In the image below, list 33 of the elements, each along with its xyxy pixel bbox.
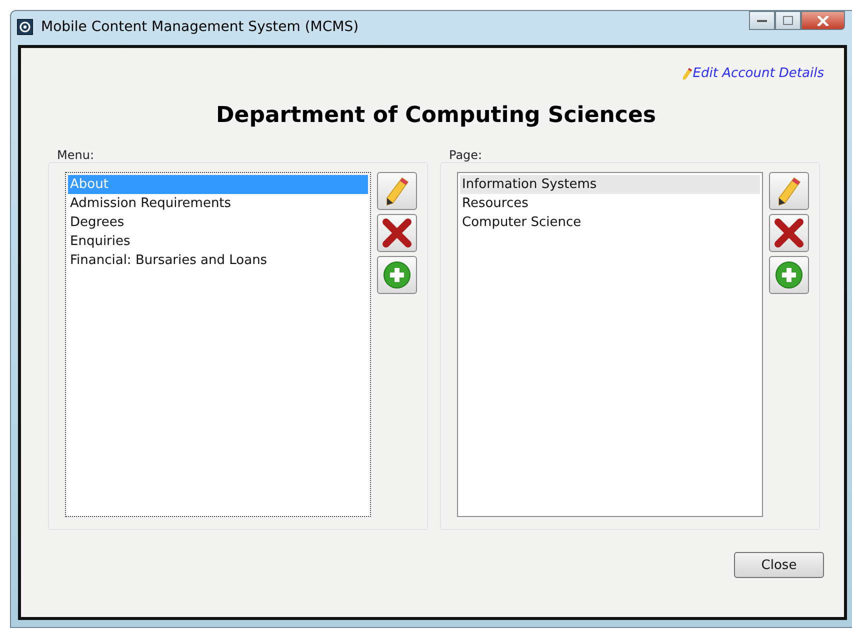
list-item[interactable]: Enquiries [68,232,368,251]
plus-icon [774,260,804,290]
page-heading: Department of Computing Sciences [215,103,657,128]
list-item[interactable]: Admission Requirements [68,194,368,213]
list-item[interactable]: Financial: Bursaries and Loans [68,251,368,270]
delete-button[interactable] [769,214,809,252]
window-title: Mobile Content Management System (MCMS) [41,19,359,35]
minimize-button[interactable] [749,11,775,30]
minimize-icon [757,18,767,22]
cross-icon [382,218,412,248]
edit-button[interactable] [377,172,417,210]
pencil-icon [776,176,802,206]
add-button[interactable] [769,256,809,294]
group-label: Page: [449,148,484,162]
pencil-icon [682,67,693,81]
group-label: Menu: [57,148,95,162]
cross-icon [774,218,804,248]
list-item[interactable]: Information Systems [460,175,760,194]
add-button[interactable] [377,256,417,294]
app-icon [17,19,33,35]
maximize-button[interactable] [775,11,801,30]
maximize-icon [783,16,793,25]
pencil-icon [384,176,410,206]
delete-button[interactable] [377,214,417,252]
edit-button[interactable] [769,172,809,210]
close-dialog-button[interactable]: Close [734,552,824,578]
plus-icon [382,260,412,290]
close-icon [817,16,829,26]
list-item[interactable]: Degrees [68,213,368,232]
list-item[interactable]: Resources [460,194,760,213]
edit-account-link[interactable]: Edit Account Details [682,66,824,81]
list-item[interactable]: Computer Science [460,213,760,232]
close-button[interactable] [801,11,845,30]
